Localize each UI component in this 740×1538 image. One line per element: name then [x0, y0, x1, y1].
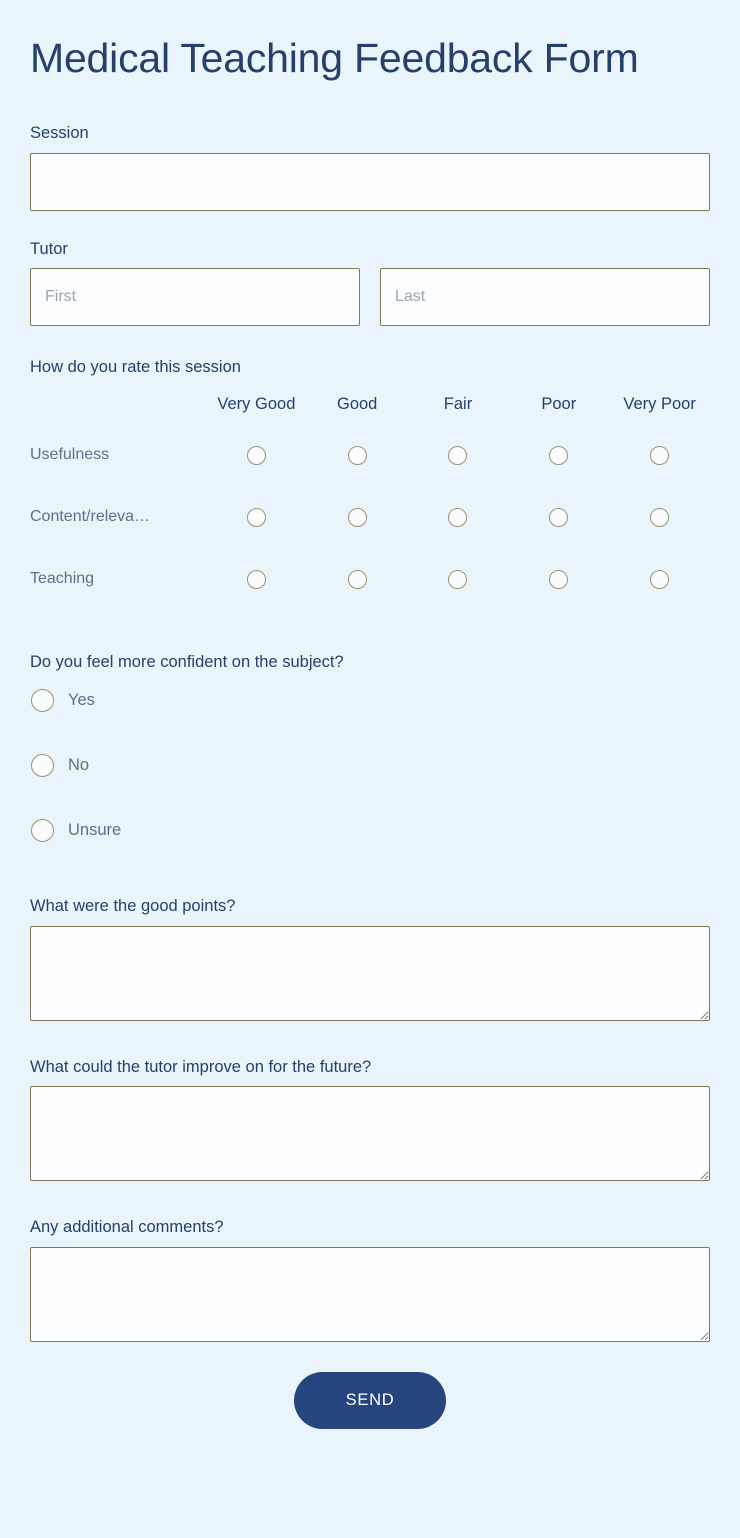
- radio-teaching-very-good[interactable]: [246, 569, 266, 589]
- session-label: Session: [30, 124, 89, 143]
- rating-cell[interactable]: [408, 486, 509, 548]
- confidence-radio-group: Yes No Unsure: [30, 681, 710, 849]
- tutor-first-name-input[interactable]: [30, 267, 360, 326]
- rating-cell[interactable]: [307, 548, 408, 610]
- rating-row-label: Usefulness: [30, 446, 110, 464]
- confidence-question-label: Do you feel more confident on the subjec…: [30, 652, 344, 671]
- radio-usefulness-very-poor[interactable]: [650, 445, 670, 465]
- confidence-option-label: No: [68, 755, 90, 774]
- rating-column-header-1: Good: [337, 394, 378, 413]
- radio-content-poor[interactable]: [549, 507, 569, 527]
- radio-content-very-good[interactable]: [246, 507, 266, 527]
- additional-comments-textarea[interactable]: [30, 1246, 710, 1342]
- radio-teaching-good[interactable]: [347, 569, 367, 589]
- rating-cell[interactable]: [307, 424, 408, 486]
- rating-cell[interactable]: [206, 486, 307, 548]
- tutor-label: Tutor: [30, 239, 68, 258]
- radio-content-good[interactable]: [347, 507, 367, 527]
- radio-confidence-yes[interactable]: [31, 688, 54, 712]
- additional-comments-label: Any additional comments?: [30, 1218, 224, 1237]
- submit-row: SEND: [30, 1342, 710, 1459]
- session-input[interactable]: [30, 152, 710, 211]
- rating-cell[interactable]: [508, 424, 609, 486]
- rating-cell[interactable]: [408, 424, 509, 486]
- improvements-textarea[interactable]: [30, 1086, 710, 1182]
- rating-row-content-relevance: Content/releva…: [30, 486, 710, 548]
- rating-row-teaching: Teaching: [30, 548, 710, 610]
- rating-matrix-group: How do you rate this session Very Good G…: [30, 358, 710, 610]
- good-points-textarea[interactable]: [30, 925, 710, 1021]
- rating-row-usefulness: Usefulness: [30, 424, 710, 486]
- confidence-field-group: Do you feel more confident on the subjec…: [30, 652, 710, 849]
- rating-cell[interactable]: [408, 548, 509, 610]
- radio-teaching-very-poor[interactable]: [650, 569, 670, 589]
- rating-column-header-2: Fair: [443, 394, 473, 413]
- rating-cell[interactable]: [609, 548, 710, 610]
- tutor-name-row: [30, 267, 710, 326]
- radio-usefulness-poor[interactable]: [549, 445, 569, 465]
- radio-confidence-unsure[interactable]: [31, 818, 54, 842]
- rating-cell[interactable]: [508, 486, 609, 548]
- rating-column-header-4: Very Poor: [623, 394, 696, 413]
- rating-matrix-header-row: Very Good Good Fair Poor Very Poor: [30, 395, 710, 424]
- additional-comments-field-group: Any additional comments?: [30, 1217, 710, 1342]
- good-points-field-group: What were the good points?: [30, 896, 710, 1021]
- rating-cell[interactable]: [206, 548, 307, 610]
- confidence-option-label: Unsure: [68, 820, 122, 839]
- radio-usefulness-good[interactable]: [347, 445, 367, 465]
- confidence-option-unsure[interactable]: Unsure: [30, 811, 710, 849]
- rating-cell[interactable]: [609, 486, 710, 548]
- good-points-label: What were the good points?: [30, 897, 236, 916]
- radio-usefulness-very-good[interactable]: [246, 445, 266, 465]
- rating-cell[interactable]: [609, 424, 710, 486]
- tutor-last-name-input[interactable]: [380, 267, 710, 326]
- improvements-label: What could the tutor improve on for the …: [30, 1057, 372, 1076]
- rating-cell[interactable]: [508, 548, 609, 610]
- page-title: Medical Teaching Feedback Form: [30, 35, 639, 81]
- rating-matrix-table: Very Good Good Fair Poor Very Poor Usefu…: [30, 395, 710, 610]
- send-button[interactable]: SEND: [294, 1371, 446, 1429]
- feedback-form-page: Medical Teaching Feedback Form Session T…: [0, 0, 740, 1538]
- rating-row-label: Teaching: [30, 570, 95, 588]
- confidence-option-no[interactable]: No: [30, 746, 710, 784]
- radio-content-very-poor[interactable]: [650, 507, 670, 527]
- radio-content-fair[interactable]: [448, 507, 468, 527]
- rating-row-label: Content/releva…: [30, 508, 151, 526]
- rating-column-header-0: Very Good: [217, 394, 296, 413]
- radio-teaching-poor[interactable]: [549, 569, 569, 589]
- confidence-option-yes[interactable]: Yes: [30, 681, 710, 719]
- radio-usefulness-fair[interactable]: [448, 445, 468, 465]
- rating-column-header-3: Poor: [541, 394, 577, 413]
- rating-matrix-question: How do you rate this session: [30, 357, 241, 376]
- session-field-group: Session: [30, 123, 710, 211]
- improvements-field-group: What could the tutor improve on for the …: [30, 1057, 710, 1182]
- radio-confidence-no[interactable]: [31, 753, 54, 777]
- radio-teaching-fair[interactable]: [448, 569, 468, 589]
- confidence-option-label: Yes: [68, 690, 95, 709]
- rating-cell[interactable]: [206, 424, 307, 486]
- tutor-field-group: Tutor: [30, 239, 710, 326]
- rating-matrix-corner: [30, 395, 206, 424]
- rating-cell[interactable]: [307, 486, 408, 548]
